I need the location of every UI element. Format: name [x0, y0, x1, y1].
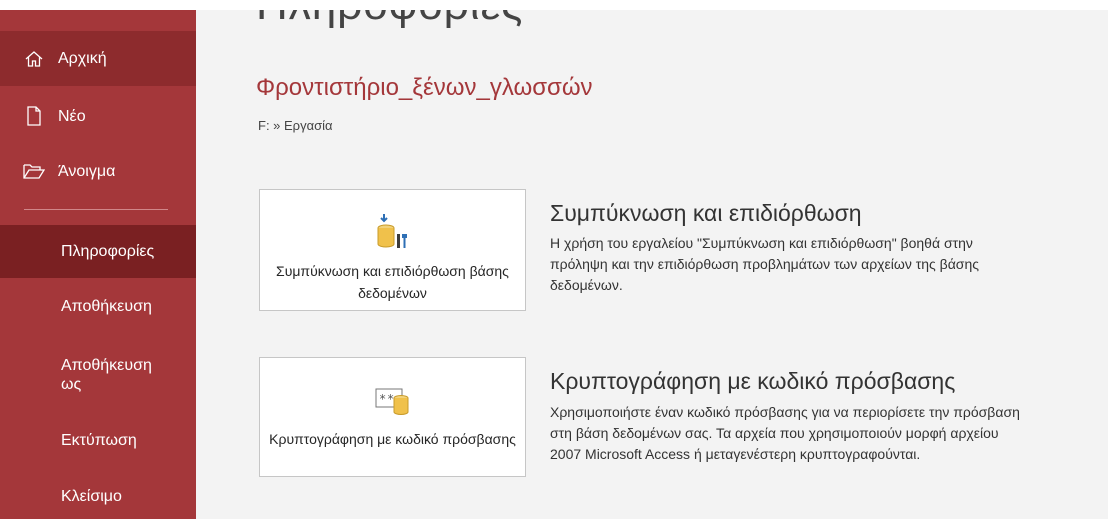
encrypt-password-description: Χρησιμοποιήστε έναν κωδικό πρόσβασης για…	[550, 404, 1020, 462]
encrypt-password-icon: * *	[375, 380, 411, 420]
sidebar-item-label: Κλείσιμο	[61, 487, 122, 505]
compact-repair-button-label: Συμπύκνωση και επιδιόρθωση βάσης δεδομέν…	[276, 263, 509, 301]
svg-text:*: *	[379, 392, 386, 406]
encrypt-password-heading: Κρυπτογράφηση με κωδικό πρόσβασης	[550, 368, 956, 394]
compact-repair-button[interactable]: Συμπύκνωση και επιδιόρθωση βάσης δεδομέν…	[259, 189, 526, 311]
sidebar-item-home[interactable]: Αρχική	[0, 31, 196, 86]
sidebar-item-label: Άνοιγμα	[58, 162, 116, 180]
info-pane: Πληροφορίες Φροντιστήριο_ξένων_γλωσσών F…	[196, 0, 1108, 519]
sidebar-item-close[interactable]: Κλείσιμο	[0, 470, 196, 522]
backstage-sidebar: Αρχική Νέο Άνοιγμα Πληροφορίες Αποθήκευσ…	[0, 0, 196, 519]
database-path: F: » Εργασία	[258, 118, 333, 133]
sidebar-item-info[interactable]: Πληροφορίες	[0, 225, 196, 278]
encrypt-password-button-label: Κρυπτογράφηση με κωδικό πρόσβασης	[269, 431, 516, 447]
sidebar-item-label: Αποθήκευση	[61, 297, 152, 315]
encrypt-password-button[interactable]: * * Κρυπτογράφηση με κωδικό πρόσβασης	[259, 357, 526, 477]
sidebar-item-new[interactable]: Νέο	[0, 90, 196, 142]
top-edge	[0, 0, 1108, 10]
new-document-icon	[22, 104, 46, 128]
sidebar-item-save[interactable]: Αποθήκευση	[0, 280, 196, 332]
sidebar-item-label: Αρχική	[58, 50, 107, 67]
compact-repair-database-icon	[376, 212, 410, 252]
sidebar-item-save-as[interactable]: Αποθήκευση ως	[0, 348, 196, 408]
home-icon	[22, 47, 46, 71]
open-folder-icon	[22, 159, 46, 183]
sidebar-divider	[24, 209, 168, 210]
sidebar-item-label: Νέο	[58, 107, 86, 125]
svg-text:*: *	[387, 392, 394, 406]
sidebar-item-label: Αποθήκευση ως	[61, 357, 152, 393]
compact-repair-description: Η χρήση του εργαλείου "Συμπύκνωση και επ…	[550, 235, 979, 293]
sidebar-item-label: Πληροφορίες	[61, 243, 155, 260]
compact-repair-heading: Συμπύκνωση και επιδιόρθωση	[550, 200, 862, 226]
database-name: Φροντιστήριο_ξένων_γλωσσών	[256, 74, 593, 101]
sidebar-item-print[interactable]: Εκτύπωση	[0, 414, 196, 466]
sidebar-item-open[interactable]: Άνοιγμα	[0, 145, 196, 197]
sidebar-item-label: Εκτύπωση	[61, 431, 137, 449]
